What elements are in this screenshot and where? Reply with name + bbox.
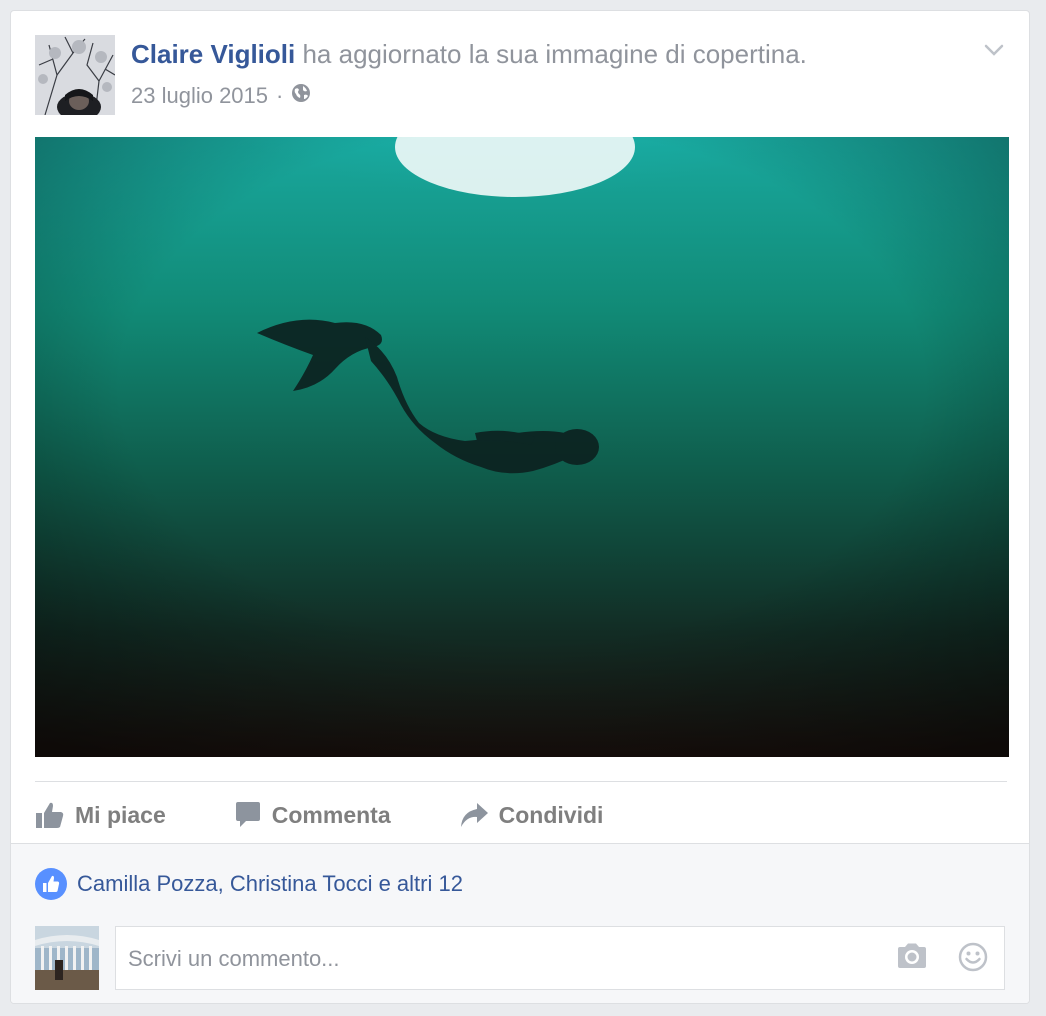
author-name-link[interactable]: Claire Viglioli (131, 39, 295, 69)
comment-composer (115, 926, 1005, 991)
smiley-icon[interactable] (958, 942, 988, 977)
post-footer: Camilla Pozza, Christina Tocci e altri 1… (11, 843, 1029, 1003)
post-actions-bar: Mi piace Commenta Condividi (35, 793, 671, 837)
thumbs-up-icon (35, 801, 65, 829)
post-header: Claire Viglioli ha aggiornato la sua imm… (131, 39, 807, 70)
share-label: Condividi (498, 801, 604, 828)
comment-input[interactable] (126, 927, 870, 991)
commenter-avatar[interactable] (35, 926, 99, 990)
share-arrow-icon (459, 802, 489, 828)
cover-photo[interactable] (35, 137, 1009, 757)
like-label: Mi piace (75, 801, 166, 828)
like-badge-icon (35, 868, 67, 900)
comment-label: Commenta (271, 801, 391, 828)
meta-separator: · (276, 83, 284, 108)
post-card: Claire Viglioli ha aggiornato la sua imm… (10, 10, 1030, 1004)
reactions-text: Camilla Pozza, Christina Tocci e altri 1… (77, 871, 463, 896)
comment-button[interactable]: Commenta (234, 801, 391, 829)
camera-icon[interactable] (896, 943, 928, 974)
like-button[interactable]: Mi piace (35, 801, 166, 829)
author-avatar[interactable] (35, 35, 115, 115)
reactions-summary[interactable]: Camilla Pozza, Christina Tocci e altri 1… (35, 868, 463, 900)
comment-bubble-icon (234, 801, 262, 829)
post-action-text: ha aggiornato la sua immagine di coperti… (295, 39, 807, 69)
globe-icon[interactable] (291, 83, 311, 109)
share-button[interactable]: Condividi (459, 801, 604, 829)
post-date-link[interactable]: 23 luglio 2015 (131, 83, 268, 109)
chevron-down-icon[interactable] (981, 37, 1007, 63)
post-meta: 23 luglio 2015 · (131, 83, 311, 109)
actions-divider (35, 781, 1007, 782)
